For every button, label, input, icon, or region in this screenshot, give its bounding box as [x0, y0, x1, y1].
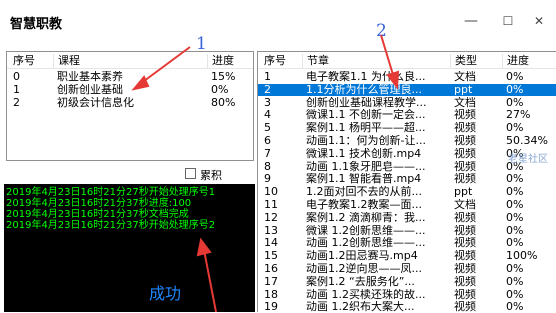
- arrow-1-line: [139, 46, 191, 85]
- arrow-3-head: [196, 237, 212, 257]
- arrow-3-line: [203, 249, 217, 312]
- annotation-arrows: [131, 34, 400, 312]
- arrow-2-line: [380, 34, 395, 79]
- arrow-2-head: [386, 70, 400, 90]
